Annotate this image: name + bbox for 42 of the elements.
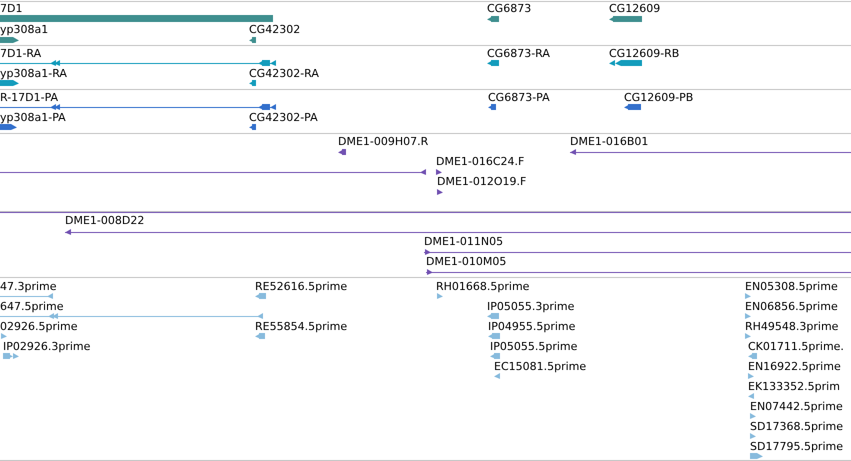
feature-label: CG6873-RA xyxy=(487,47,550,60)
feature-label: IP04955.5prime xyxy=(488,320,576,333)
feature-label: CG6873 xyxy=(487,2,532,15)
feature-label: 47.3prime xyxy=(0,280,57,293)
feature-label: DME1-016C24.F xyxy=(436,155,524,168)
feature-label: EN05308.5prime xyxy=(745,280,838,293)
feature-label: 7D1 xyxy=(0,2,22,15)
feature-label: CG6873-PA xyxy=(488,91,550,104)
feature-label: CG12609 xyxy=(609,2,660,15)
feature-label: yp308a1 xyxy=(0,23,48,36)
feature-label: CG42302 xyxy=(249,23,300,36)
feature-label: yp308a1-PA xyxy=(0,111,66,124)
feature-label: IP05055.3prime xyxy=(487,300,574,313)
feature-label: IP02926.3prime xyxy=(3,340,90,353)
feature-label: CG42302-PA xyxy=(249,111,318,124)
feature-label: EN07442.5prime xyxy=(750,400,843,413)
feature-label: RH01668.5prime xyxy=(436,280,530,293)
feature-label: DME1-009H07.R xyxy=(338,135,428,148)
feature-label: CG12609-PB xyxy=(624,91,694,104)
feature-label: DME1-010M05 xyxy=(426,255,506,268)
feature-label: CK01711.5prime. xyxy=(748,340,844,353)
feature-label: SD17368.5prime xyxy=(750,420,843,433)
feature-label: 02926.5prime xyxy=(0,320,78,333)
feature-label: DME1-011N05 xyxy=(424,235,504,248)
feature-label: R-17D1-PA xyxy=(0,91,58,104)
feature-label: DME1-008D22 xyxy=(65,214,144,227)
feature-label: DME1-016B01 xyxy=(570,135,648,148)
feature-label: EC15081.5prime xyxy=(494,360,586,373)
feature-label: DME1-012O19.F xyxy=(437,175,526,188)
feature-label: yp308a1-RA xyxy=(0,67,67,80)
feature-label: CG42302-RA xyxy=(249,67,319,80)
feature-label: RE55854.5prime xyxy=(255,320,348,333)
feature-label: 7D1-RA xyxy=(0,47,42,60)
feature-label: EN16922.5prime xyxy=(748,360,841,373)
feature-label: RH49548.3prime xyxy=(745,320,838,333)
feature-label: IP05055.5prime xyxy=(490,340,578,353)
feature-label: EK133352.5prim xyxy=(748,380,840,393)
feature-label: SD17795.5prime xyxy=(750,440,843,453)
feature-label: EN06856.5prime xyxy=(745,300,838,313)
feature-label: RE52616.5prime xyxy=(255,280,348,293)
feature-label: CG12609-RB xyxy=(609,47,680,60)
feature-label: 647.5prime xyxy=(0,300,64,313)
